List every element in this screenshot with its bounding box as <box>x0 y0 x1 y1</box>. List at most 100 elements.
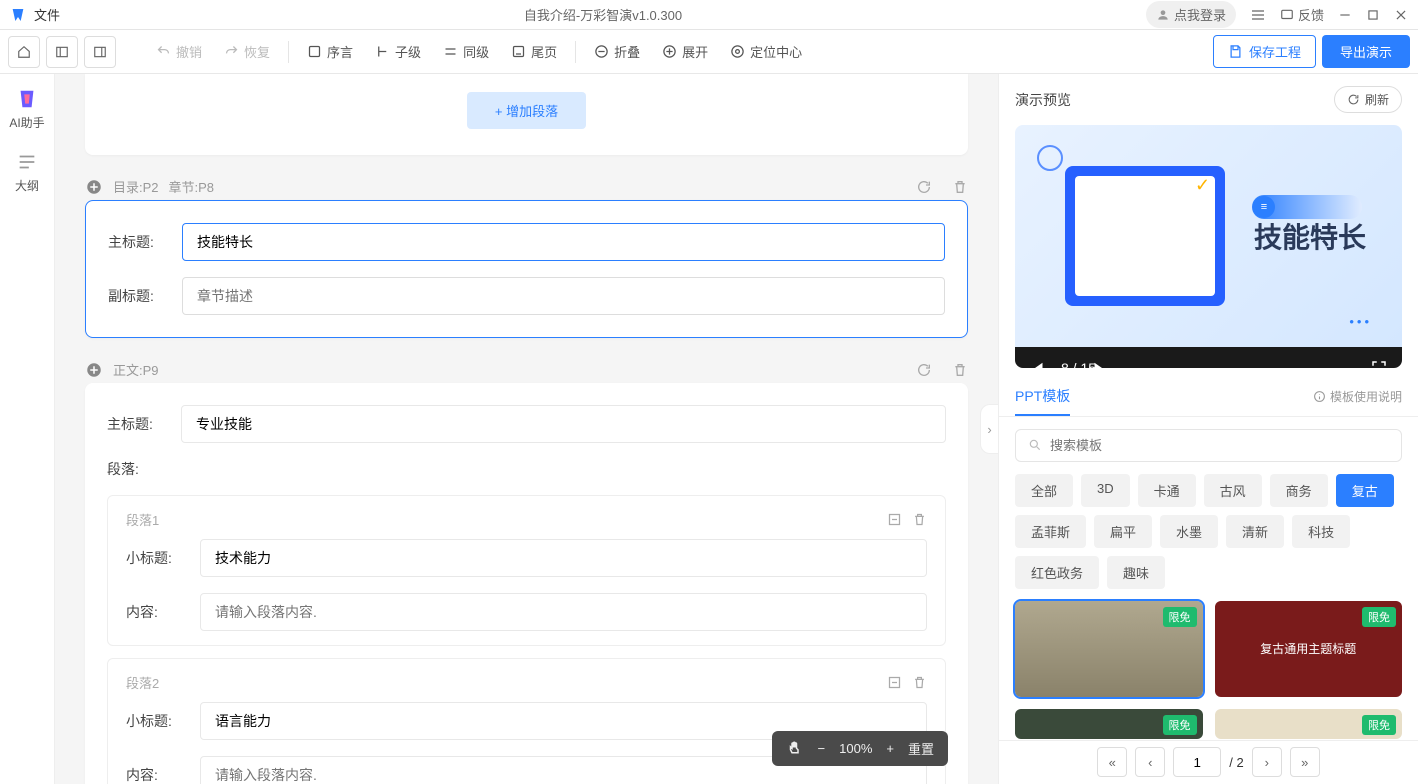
sub-title-input[interactable] <box>182 277 945 315</box>
zoom-bar: − 100% + 重置 <box>772 731 948 766</box>
template-search[interactable] <box>1015 429 1402 462</box>
sibling-label: 同级 <box>463 42 489 61</box>
prev-slide-icon[interactable] <box>1029 359 1047 368</box>
delete-icon[interactable] <box>952 362 968 378</box>
tag-科技[interactable]: 科技 <box>1292 515 1350 548</box>
child-button[interactable]: 子级 <box>367 37 429 66</box>
tag-古风[interactable]: 古风 <box>1204 474 1262 507</box>
minimize-icon[interactable] <box>1338 8 1352 22</box>
feedback-button[interactable]: 反馈 <box>1280 5 1324 24</box>
tag-清新[interactable]: 清新 <box>1226 515 1284 548</box>
export-button[interactable]: 导出演示 <box>1322 35 1410 68</box>
zoom-out[interactable]: − <box>818 741 826 756</box>
para-head: 段落2 <box>126 673 159 692</box>
app-logo-icon <box>10 7 26 23</box>
undo-button[interactable]: 撤销 <box>148 37 210 66</box>
add-node-icon[interactable] <box>85 361 103 379</box>
close-icon[interactable] <box>1394 8 1408 22</box>
tag-卡通[interactable]: 卡通 <box>1138 474 1196 507</box>
sidebar-outline[interactable]: 大纲 <box>15 151 39 194</box>
maximize-icon[interactable] <box>1366 8 1380 22</box>
tag-复古[interactable]: 复古 <box>1336 474 1394 507</box>
tag-3D[interactable]: 3D <box>1081 474 1130 507</box>
expand-handle[interactable]: › <box>980 404 998 454</box>
refresh-icon[interactable] <box>916 179 932 195</box>
add-paragraph-button[interactable]: + 增加段落 <box>467 92 586 129</box>
file-menu[interactable]: 文件 <box>34 5 60 24</box>
tag-孟菲斯[interactable]: 孟菲斯 <box>1015 515 1086 548</box>
tag-扁平[interactable]: 扁平 <box>1094 515 1152 548</box>
main-title-label: 主标题: <box>107 414 167 434</box>
tag-趣味[interactable]: 趣味 <box>1107 556 1165 589</box>
child-label: 子级 <box>395 42 421 61</box>
delete-icon[interactable] <box>912 512 927 527</box>
delete-icon[interactable] <box>952 179 968 195</box>
tab-ppt-template[interactable]: PPT模板 <box>1015 378 1070 416</box>
collapse-icon[interactable] <box>887 512 902 527</box>
pager-next[interactable]: › <box>1252 747 1282 777</box>
delete-icon[interactable] <box>912 675 927 690</box>
template-help[interactable]: 模板使用说明 <box>1313 388 1402 405</box>
content-card: 主标题: 段落: 段落1 小标题: 内容: <box>85 383 968 784</box>
sub-title-label: 副标题: <box>108 286 168 306</box>
template-card[interactable]: 限免 <box>1015 601 1203 697</box>
sidebar-ai[interactable]: AI助手 <box>9 88 44 131</box>
collapse-icon[interactable] <box>887 675 902 690</box>
save-label: 保存工程 <box>1249 42 1301 61</box>
fullscreen-icon[interactable] <box>1370 359 1388 368</box>
next-slide-icon[interactable] <box>1090 359 1108 368</box>
body-title-input[interactable] <box>181 405 946 443</box>
preface-label: 序言 <box>327 42 353 61</box>
refresh-button[interactable]: 刷新 <box>1334 86 1402 113</box>
panel-left-button[interactable] <box>46 36 78 68</box>
catalog-ref: 目录:P2 <box>113 177 159 196</box>
tag-全部[interactable]: 全部 <box>1015 474 1073 507</box>
template-card[interactable]: 限免 <box>1015 709 1203 739</box>
tag-红色政务[interactable]: 红色政务 <box>1015 556 1099 589</box>
epilogue-button[interactable]: 尾页 <box>503 37 565 66</box>
tag-水墨[interactable]: 水墨 <box>1160 515 1218 548</box>
chapter-card[interactable]: 主标题: 副标题: <box>85 200 968 338</box>
small-title-input[interactable] <box>200 539 927 577</box>
refresh-icon[interactable] <box>916 362 932 378</box>
slide-title: 技能特长 <box>1254 216 1366 256</box>
save-icon <box>1228 44 1243 59</box>
pager-prev[interactable]: ‹ <box>1135 747 1165 777</box>
free-badge: 限免 <box>1362 715 1396 735</box>
template-card[interactable]: 复古通用主题标题限免 <box>1215 601 1403 697</box>
panel-right-button[interactable] <box>84 36 116 68</box>
redo-button[interactable]: 恢复 <box>216 37 278 66</box>
pager-input[interactable] <box>1173 747 1221 777</box>
epilogue-label: 尾页 <box>531 42 557 61</box>
expand-icon <box>662 44 677 59</box>
main-title-input[interactable] <box>182 223 945 261</box>
content-input[interactable] <box>200 593 927 631</box>
pager-last[interactable]: » <box>1290 747 1320 777</box>
preface-button[interactable]: 序言 <box>299 37 361 66</box>
pan-icon[interactable] <box>786 740 804 758</box>
pager-first[interactable]: « <box>1097 747 1127 777</box>
sibling-button[interactable]: 同级 <box>435 37 497 66</box>
collapse-button[interactable]: 折叠 <box>586 37 648 66</box>
zoom-in[interactable]: + <box>886 741 894 756</box>
center-button[interactable]: 定位中心 <box>722 37 810 66</box>
template-card[interactable]: 限免 <box>1215 709 1403 739</box>
add-node-icon[interactable] <box>85 178 103 196</box>
menu-icon[interactable] <box>1250 7 1266 23</box>
refresh-icon <box>1347 93 1360 106</box>
save-button[interactable]: 保存工程 <box>1213 35 1316 68</box>
window-title: 自我介绍-万彩智演v1.0.300 <box>60 5 1146 24</box>
expand-button[interactable]: 展开 <box>654 37 716 66</box>
tag-商务[interactable]: 商务 <box>1270 474 1328 507</box>
login-button[interactable]: 点我登录 <box>1146 1 1236 28</box>
template-title: 复古通用主题标题 <box>1260 640 1356 657</box>
pager-total: / 2 <box>1229 755 1243 770</box>
user-icon <box>1156 8 1170 22</box>
center-label: 定位中心 <box>750 42 802 61</box>
refresh-label: 刷新 <box>1365 91 1389 108</box>
sibling-icon <box>443 44 458 59</box>
zoom-reset[interactable]: 重置 <box>908 739 934 758</box>
search-input[interactable] <box>1050 438 1389 453</box>
feedback-icon <box>1280 8 1294 22</box>
home-button[interactable] <box>8 36 40 68</box>
